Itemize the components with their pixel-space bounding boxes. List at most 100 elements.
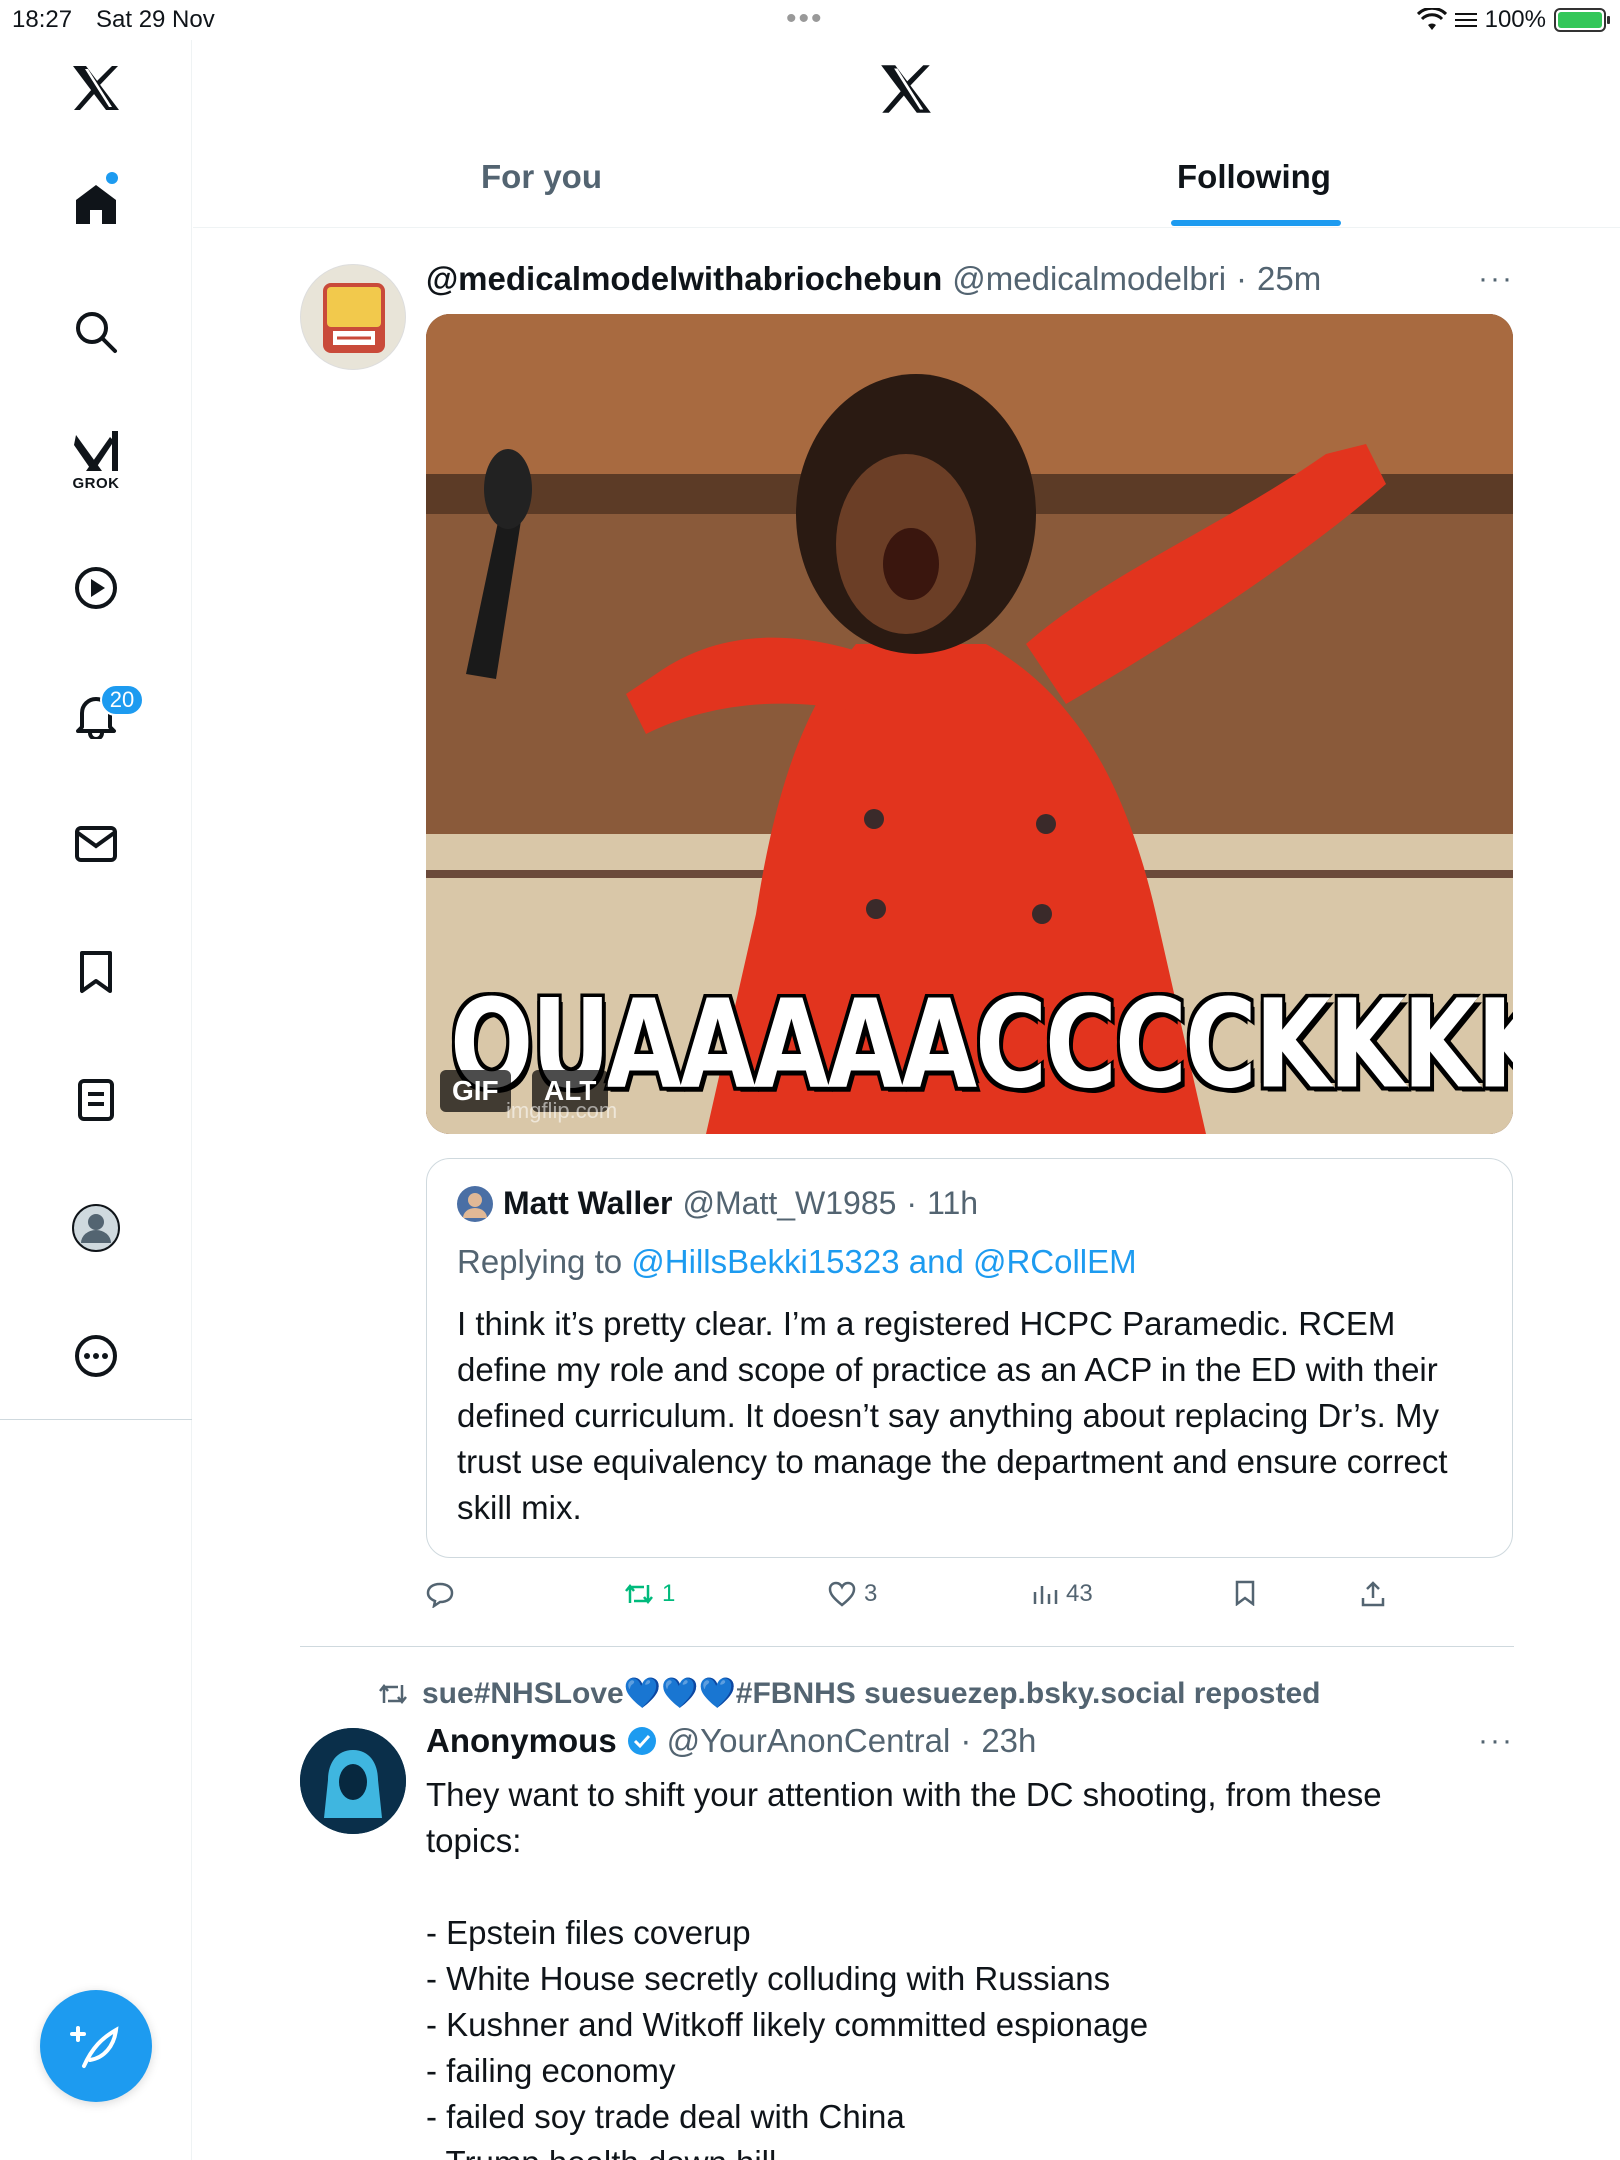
author-handle[interactable]: @medicalmodelbri [952, 260, 1226, 298]
more-options-icon[interactable]: ··· [1478, 262, 1620, 296]
author-name[interactable]: @medicalmodelwithabriochebun [426, 260, 942, 298]
messages-button[interactable] [60, 808, 132, 880]
tweet-header: @medicalmodelwithabriochebun @medicalmod… [426, 260, 1321, 298]
like-button[interactable]: 3 [828, 1580, 877, 1608]
explore-button[interactable] [60, 296, 132, 368]
lists-button[interactable] [60, 1064, 132, 1136]
replying-to-mentions[interactable]: @HillsBekki15323 and @RCollEM [631, 1243, 1136, 1280]
profile-avatar-icon [72, 1204, 120, 1252]
quoted-avatar[interactable] [457, 1185, 493, 1222]
grok-label: GROK [72, 474, 120, 492]
tweet-actions: 1 3 43 [426, 1580, 1513, 1620]
quoted-author-name[interactable]: Matt Waller [503, 1185, 673, 1222]
reply-icon [426, 1582, 454, 1608]
tweet-line: - White House secretly colluding with Ru… [426, 1960, 1111, 1997]
repost-count: 1 [662, 1580, 676, 1607]
sidebar-divider [0, 1419, 192, 1420]
tweet-text: They want to shift your attention with t… [426, 1772, 1486, 2160]
bookmarks-button[interactable] [60, 936, 132, 1008]
notifications-badge: 20 [100, 684, 144, 716]
sidebar: GROK 20 [0, 40, 192, 2160]
replying-to-line: Replying to @HillsBekki15323 and @RCollE… [457, 1243, 1137, 1281]
list-status-icon [1454, 13, 1477, 27]
more-options-icon[interactable]: ··· [1478, 1724, 1620, 1758]
x-logo-button[interactable] [60, 52, 132, 124]
reply-button[interactable] [426, 1580, 454, 1608]
compose-button[interactable] [40, 1990, 152, 2102]
tweet-header: Anonymous @YourAnonCentral · 23h [426, 1722, 1036, 1760]
dot-separator: · [1236, 260, 1248, 297]
quoted-tweet-text: I think it’s pretty clear. I’m a registe… [457, 1305, 1448, 1526]
bookmark-button[interactable] [1234, 1580, 1256, 1606]
x-logo-icon [881, 65, 931, 113]
battery-percent: 100% [1484, 6, 1546, 33]
multitasking-dots-icon[interactable]: ••• [786, 2, 824, 36]
tweet-line: - Epstein files coverup [426, 1914, 751, 1951]
tweet-line: - failed soy trade deal with China [426, 2098, 905, 2135]
mail-icon [75, 826, 117, 862]
list-icon [78, 1079, 114, 1121]
home-button[interactable] [60, 168, 132, 240]
share-icon [1361, 1581, 1385, 1607]
heart-icon [828, 1581, 856, 1607]
dot-separator: · [960, 1722, 972, 1759]
play-circle-icon [75, 567, 117, 609]
status-date: Sat 29 Nov [96, 6, 215, 33]
tweet-line: - Kushner and Witkoff likely committed e… [426, 2006, 1149, 2043]
quoted-author-handle[interactable]: @Matt_W1985 [683, 1185, 897, 1222]
repost-icon [625, 1583, 653, 1605]
tweet-separator [300, 1646, 1514, 1647]
gmc-avatar-image [323, 283, 385, 353]
quoted-tweet[interactable]: Matt Waller @Matt_W1985 · 11h Replying t… [426, 1158, 1513, 1558]
search-icon [76, 312, 117, 353]
tweet-media-gif[interactable]: OUAAAAACCCCKKKKKKK GIF ALT imgflip.com [426, 314, 1513, 1134]
grok-button[interactable]: GROK [60, 424, 132, 496]
x-logo-icon [73, 66, 119, 110]
header-logo [879, 64, 933, 119]
gif-badge: GIF [440, 1070, 511, 1112]
timeline-header: For you Following [193, 40, 1620, 228]
tab-following[interactable]: Following [1177, 158, 1331, 196]
active-tab-indicator [1171, 220, 1341, 226]
anonymous-avatar-image [300, 1728, 406, 1834]
bookmark-icon [1235, 1580, 1255, 1606]
avatar[interactable] [300, 264, 406, 370]
repost-icon [379, 1683, 407, 1704]
gif-caption-text: OUAAAAACCCCKKKKKKK [450, 974, 1513, 1117]
more-circle-icon [75, 1335, 117, 1377]
quoted-tweet-header: Matt Waller @Matt_W1985 · 11h [457, 1185, 978, 1222]
author-handle[interactable]: @YourAnonCentral [667, 1722, 951, 1760]
tab-for-you[interactable]: For you [481, 158, 602, 196]
avatar[interactable] [300, 1728, 406, 1834]
author-name[interactable]: Anonymous [426, 1722, 617, 1760]
tweet-line: - Trump health down hill [426, 2140, 1486, 2160]
more-button[interactable] [60, 1320, 132, 1392]
tweet-line-blank [426, 1864, 1486, 1910]
home-unread-dot [106, 172, 118, 184]
profile-button[interactable] [60, 1192, 132, 1264]
like-count: 3 [864, 1580, 878, 1607]
tweet-line: - failing economy [426, 2052, 676, 2089]
video-button[interactable] [60, 552, 132, 624]
home-icon [76, 185, 116, 224]
wifi-icon [1416, 8, 1447, 30]
replying-to-prefix: Replying to [457, 1243, 623, 1280]
status-time: 18:27 [12, 6, 73, 33]
tweet-time[interactable]: 25m [1257, 260, 1321, 298]
grok-icon [74, 430, 118, 471]
battery-icon [1554, 8, 1610, 32]
repost-button[interactable]: 1 [624, 1580, 675, 1608]
tweet-line: They want to shift your attention with t… [426, 1776, 1382, 1859]
repost-context[interactable]: sue#NHSLove💙💙💙#FBNHS suesuezep.bsky.soci… [378, 1676, 1320, 1711]
status-bar: 18:27 Sat 29 Nov ••• 100% [0, 0, 1620, 40]
tweet-time[interactable]: 23h [981, 1722, 1036, 1760]
compose-feather-icon [70, 2026, 119, 2068]
share-button[interactable] [1360, 1580, 1386, 1608]
reposted-by-text: sue#NHSLove💙💙💙#FBNHS suesuezep.bsky.soci… [422, 1677, 1321, 1710]
views-count: 43 [1066, 1580, 1093, 1607]
views-button[interactable]: 43 [1032, 1580, 1093, 1608]
views-chart-icon [1033, 1586, 1058, 1604]
bookmark-icon [80, 951, 112, 993]
verified-badge-icon [627, 1727, 656, 1755]
quoted-tweet-time: 11h [927, 1185, 979, 1221]
